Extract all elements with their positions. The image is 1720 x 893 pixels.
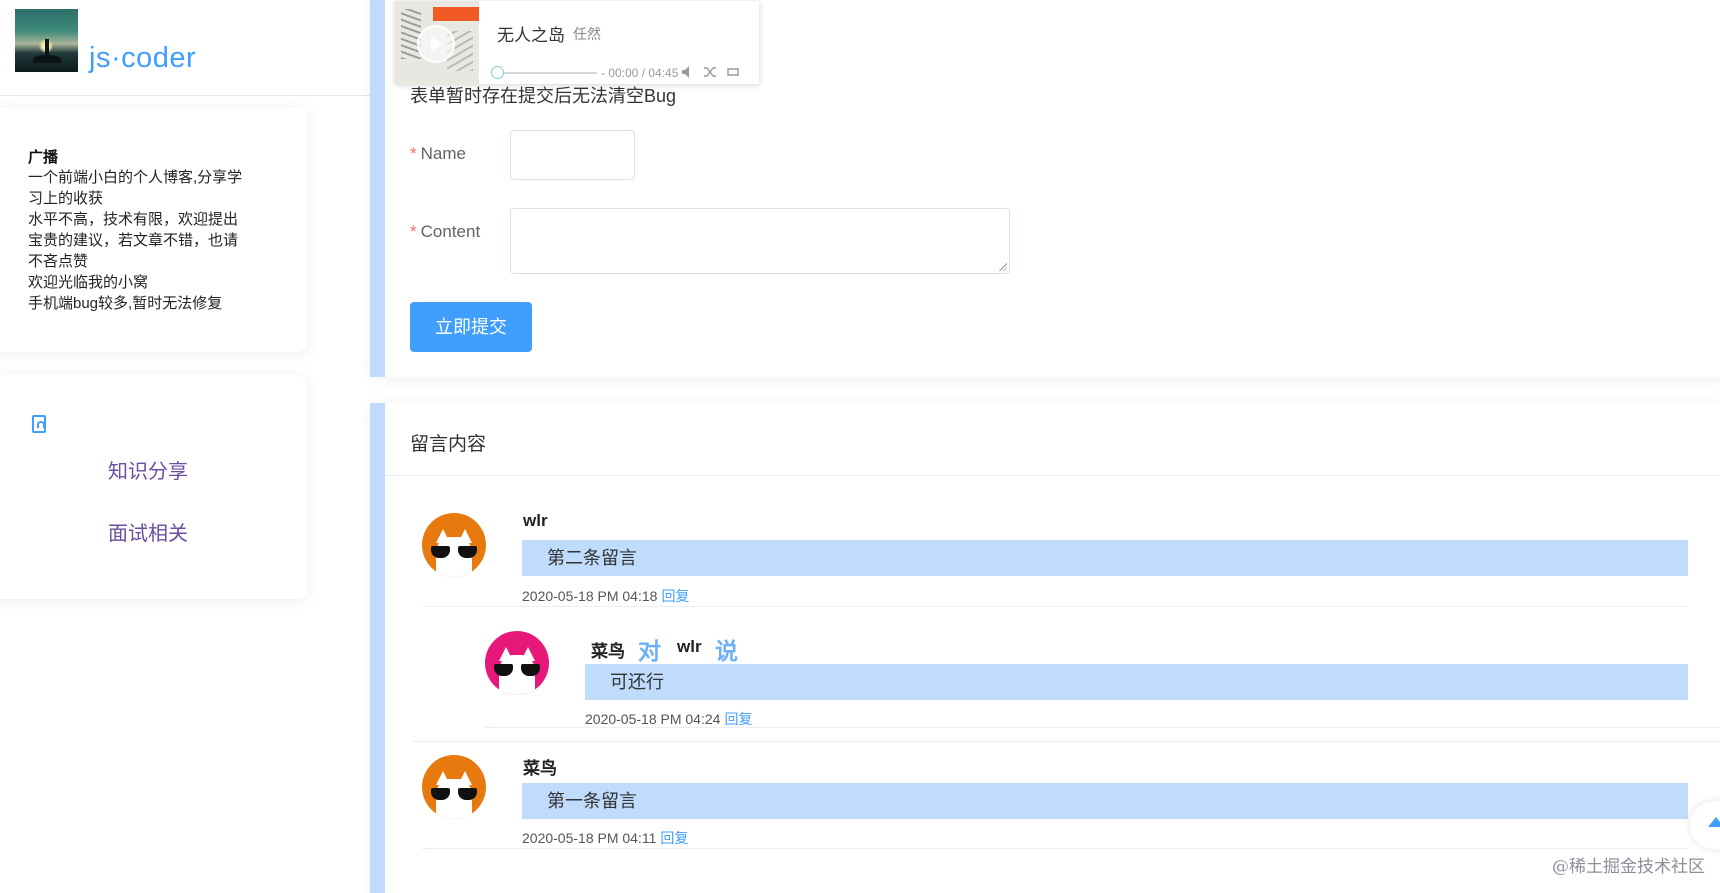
comment-time: 2020-05-18 PM 04:11 bbox=[522, 830, 657, 846]
reply-link[interactable]: 回复 bbox=[660, 830, 688, 846]
divider bbox=[422, 606, 1688, 607]
comment-text: 可还行 bbox=[585, 664, 1688, 700]
notice-line: 手机端bug较多,暂时无法修复 bbox=[28, 295, 223, 312]
comment-text: 第二条留言 bbox=[522, 540, 1688, 576]
divider bbox=[422, 848, 1688, 849]
content-label: * Content bbox=[410, 222, 480, 242]
comment-text: 第一条留言 bbox=[522, 783, 1688, 819]
avatar bbox=[422, 513, 486, 577]
volume-icon[interactable] bbox=[681, 65, 695, 79]
notice-line: 水平不高，技术有限，欢迎提出 bbox=[28, 211, 239, 228]
resize-grip-icon[interactable] bbox=[999, 263, 1007, 271]
form-notice: 表单暂时存在提交后无法清空Bug bbox=[410, 86, 677, 106]
category-card: 知识分享 面试相关 bbox=[0, 375, 307, 599]
reply-to-word: 对 bbox=[638, 638, 661, 664]
reply-target: wlr bbox=[677, 637, 702, 656]
category-interview-link[interactable]: 面试相关 bbox=[108, 517, 188, 546]
comment-time: 2020-05-18 PM 04:24 bbox=[585, 711, 721, 727]
play-time: - 00:00 / 04:45 bbox=[601, 66, 679, 80]
comments-panel: 留言内容 wlr 第二条留言 2020-05-18 PM 04:18 回复 菜鸟 … bbox=[370, 403, 1720, 893]
comment-author: 菜鸟 bbox=[591, 642, 625, 661]
sunglasses bbox=[494, 664, 540, 676]
comment-meta: 2020-05-18 PM 04:11 回复 bbox=[522, 828, 688, 848]
reply-link[interactable]: 回复 bbox=[661, 588, 689, 604]
notice-line: 欢迎光临我的小窝 bbox=[28, 274, 149, 291]
reply-link[interactable]: 回复 bbox=[724, 711, 752, 727]
play-icon[interactable] bbox=[417, 25, 455, 63]
panel-accent-border bbox=[370, 403, 385, 893]
notice-card: 广播 一个前端小白的个人博客,分享学 习上的收获 水平不高，技术有限，欢迎提出 … bbox=[0, 108, 307, 352]
comment-meta: 2020-05-18 PM 04:18 回复 bbox=[522, 586, 689, 606]
album-cover bbox=[395, 1, 479, 84]
cover-stripe bbox=[433, 7, 479, 21]
song-artist: 任然 bbox=[573, 26, 601, 42]
notice-title: 广播 bbox=[28, 149, 59, 166]
progress-bar[interactable] bbox=[497, 72, 597, 74]
submit-button[interactable]: 立即提交 bbox=[410, 302, 532, 352]
avatar bbox=[422, 755, 486, 819]
avatar bbox=[485, 631, 549, 695]
required-star: * bbox=[410, 222, 417, 241]
sunglasses bbox=[431, 788, 477, 800]
required-star: * bbox=[410, 144, 417, 163]
content-textarea[interactable] bbox=[510, 208, 1010, 274]
notice-line: 不吝点赞 bbox=[28, 253, 89, 270]
song-title: 无人之岛 bbox=[497, 26, 565, 45]
notice-line: 习上的收获 bbox=[28, 190, 104, 207]
sunglasses bbox=[431, 546, 477, 558]
comment-author: wlr bbox=[523, 511, 548, 530]
comment-author: 菜鸟 bbox=[523, 759, 557, 778]
music-player: 无人之岛 任然 - 00:00 / 04:45 bbox=[395, 1, 759, 84]
divider bbox=[485, 727, 1720, 728]
name-input[interactable] bbox=[510, 130, 635, 180]
divider bbox=[412, 741, 1720, 742]
progress-knob[interactable] bbox=[491, 66, 504, 79]
notice-line: 一个前端小白的个人博客,分享学 bbox=[28, 169, 243, 186]
comment-meta: 2020-05-18 PM 04:24 回复 bbox=[585, 709, 752, 729]
reply-say-word: 说 bbox=[715, 638, 738, 664]
divider bbox=[385, 475, 1720, 476]
comment-time: 2020-05-18 PM 04:18 bbox=[522, 588, 658, 604]
loop-icon[interactable] bbox=[726, 65, 740, 79]
name-label: * Name bbox=[410, 144, 466, 164]
category-knowledge-link[interactable]: 知识分享 bbox=[108, 455, 188, 484]
panel-accent-border bbox=[370, 0, 385, 377]
comments-heading: 留言内容 bbox=[410, 434, 487, 455]
notice-line: 宝贵的建议，若文章不错，也请 bbox=[28, 232, 239, 249]
watermark: @稀土掘金技术社区 bbox=[1552, 857, 1705, 877]
content-label-text: Content bbox=[420, 222, 481, 241]
shuffle-icon[interactable] bbox=[703, 65, 717, 79]
name-label-text: Name bbox=[420, 144, 466, 163]
category-icon bbox=[32, 415, 46, 433]
